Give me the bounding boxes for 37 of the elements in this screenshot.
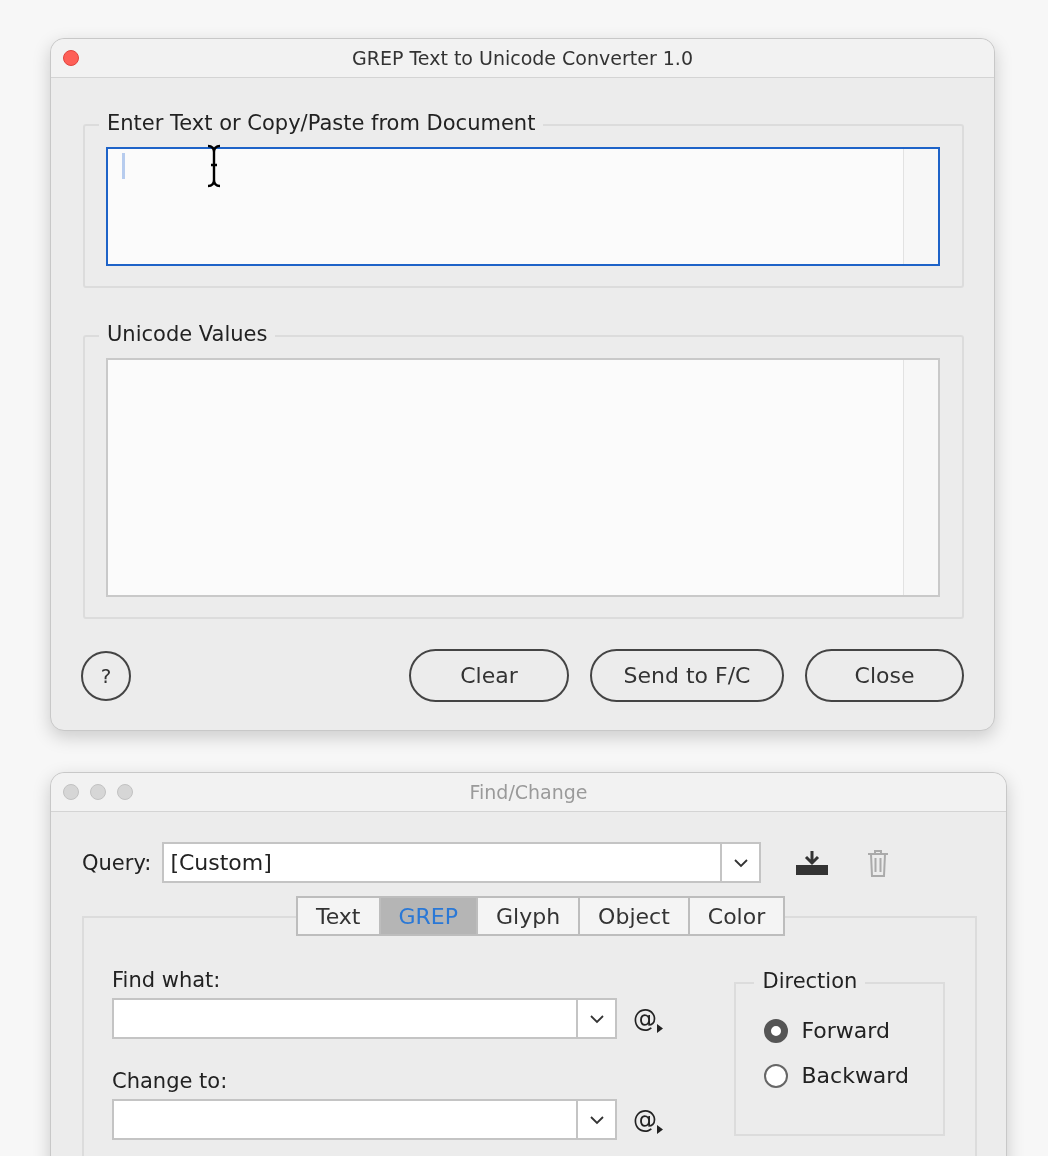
special-characters-button[interactable]: @: [633, 1004, 663, 1033]
text-cursor-icon: [206, 144, 222, 188]
tab[interactable]: Color: [687, 896, 786, 936]
pattern-field[interactable]: [112, 1099, 617, 1140]
close-button[interactable]: [63, 784, 79, 800]
field-label: Change to:: [112, 1069, 229, 1093]
field-label: Find what:: [112, 968, 222, 992]
dialog-button[interactable]: Close: [805, 649, 964, 702]
special-characters-button[interactable]: @: [633, 1105, 663, 1134]
zoom-button[interactable]: [117, 784, 133, 800]
help-button[interactable]: ?: [81, 650, 131, 701]
pattern-field[interactable]: [112, 998, 617, 1039]
text-input-area[interactable]: [106, 147, 940, 266]
tab[interactable]: Object: [578, 896, 690, 936]
triangle-right-icon: [657, 1023, 663, 1033]
tab[interactable]: Text: [296, 896, 381, 936]
dialog-button[interactable]: Clear: [409, 649, 569, 702]
chevron-down-icon: [732, 857, 749, 868]
close-button[interactable]: [63, 50, 79, 66]
tab[interactable]: Glyph: [476, 896, 581, 936]
query-dropdown[interactable]: [Custom]: [162, 842, 762, 883]
radio-option[interactable]: Forward: [764, 1018, 943, 1043]
minimize-button[interactable]: [90, 784, 106, 800]
window-title: Find/Change: [469, 781, 588, 803]
triangle-right-icon: [657, 1124, 663, 1134]
group-label: Enter Text or Copy/Paste from Document: [99, 111, 544, 135]
chevron-down-icon: [588, 1114, 605, 1125]
scroll-bar[interactable]: [903, 149, 938, 264]
dialog-button[interactable]: Send to F/C: [590, 649, 784, 702]
chevron-down-icon: [588, 1013, 605, 1024]
trash-icon[interactable]: [867, 848, 890, 877]
text-caret: [122, 153, 125, 179]
download-tray-icon[interactable]: [795, 849, 830, 876]
scroll-bar[interactable]: [903, 360, 938, 595]
query-label: Query:: [82, 850, 152, 875]
radio-option[interactable]: Backward: [764, 1063, 943, 1088]
window-title: GREP Text to Unicode Converter 1.0: [352, 47, 693, 69]
